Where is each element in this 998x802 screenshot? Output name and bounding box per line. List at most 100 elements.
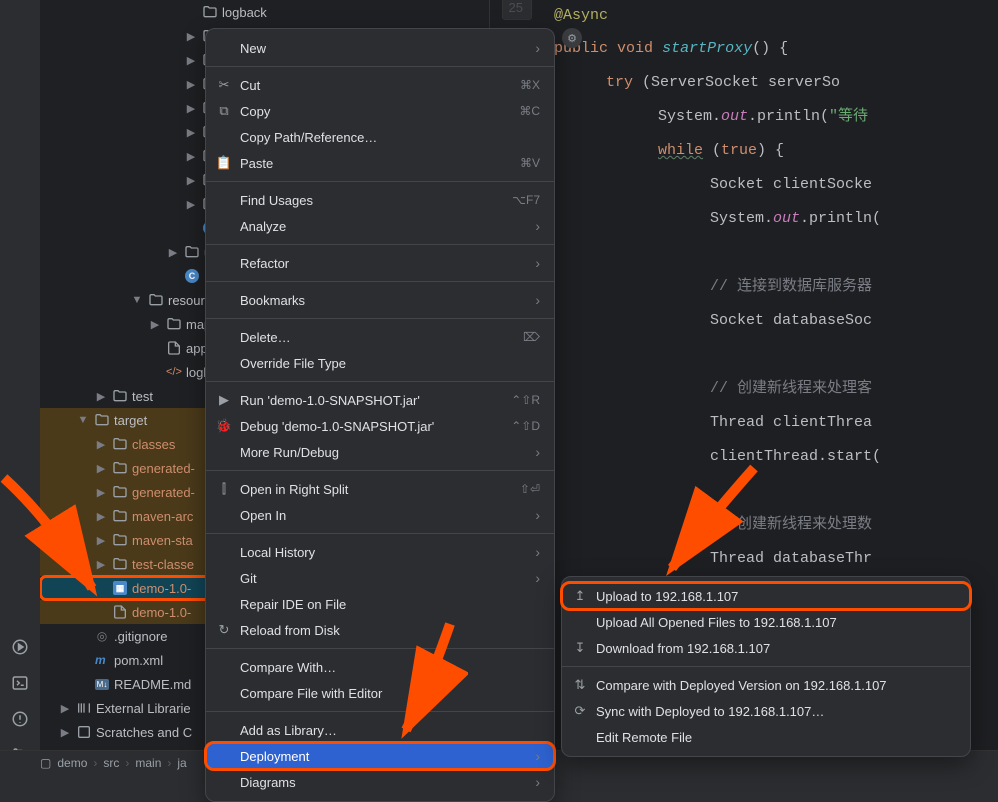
menu-item-label: Diagrams [240,775,527,790]
menu-item-label: Find Usages [240,193,504,208]
menu-item-icon [216,192,232,208]
line-number: 25 [502,0,532,20]
menu-item[interactable]: Compare With… [206,654,554,680]
menu-item[interactable]: Analyze › [206,213,554,239]
submenu-arrow-icon: › [535,748,540,764]
menu-item[interactable]: Upload All Opened Files to 192.168.1.107 [562,609,970,635]
folder-icon [184,244,200,260]
menu-item[interactable]: Find Usages ⌥F7 [206,187,554,213]
xml-icon: </> [166,364,182,380]
chevron-icon: ▶ [166,246,180,259]
folder-icon [112,556,128,572]
breadcrumb-item[interactable]: demo [57,756,87,770]
folder-icon [112,436,128,452]
code-line [510,236,998,270]
menu-item-icon [216,722,232,738]
code-line: while (true) { [510,134,998,168]
menu-item[interactable]: Open In› [206,502,554,528]
menu-item[interactable]: Copy Path/Reference… [206,124,554,150]
file-icon [166,340,182,356]
chevron-icon: ▶ [184,150,198,163]
menu-item[interactable]: ⟳Sync with Deployed to 192.168.1.107… [562,698,970,724]
tree-item-label: generated- [132,461,195,476]
submenu-arrow-icon: › [535,218,540,234]
tree-item-label: Scratches and C [96,725,192,740]
menu-item[interactable]: 📋Paste⌘V [206,150,554,176]
menu-item[interactable]: Refactor› [206,250,554,276]
annotation: @Async [510,0,998,32]
menu-item-label: Paste [240,156,512,171]
gutter-action-icon[interactable]: ⚙ [562,28,582,48]
annotation-arrow-2 [388,618,468,748]
submenu-arrow-icon: › [535,774,540,790]
menu-item[interactable]: ↧Download from 192.168.1.107 [562,635,970,661]
code-line: System.out.println("等待 [510,100,998,134]
breadcrumb-item[interactable]: main [135,756,161,770]
chevron-icon: ▼ [76,414,90,426]
problems-icon[interactable] [11,710,29,728]
menu-item[interactable]: New› [206,35,554,61]
tree-item-label: logback [222,5,267,20]
menu-item[interactable]: Deployment› [206,743,554,769]
menu-item[interactable]: ⫿Open in Right Split⇧⏎ [206,476,554,502]
menu-item[interactable]: Repair IDE on File [206,591,554,617]
breadcrumb-item[interactable]: src [103,756,119,770]
chevron-icon: ▶ [184,126,198,139]
menu-item[interactable]: ⧉Copy⌘C [206,98,554,124]
tree-item-label: target [114,413,147,428]
menu-item-label: Analyze [240,219,527,234]
menu-item-label: Bookmarks [240,293,527,308]
chevron-icon: ▶ [58,702,72,715]
menu-item[interactable]: Edit Remote File [562,724,970,750]
left-gutter [0,0,40,774]
lib-icon [76,700,92,716]
menu-item-label: Open In [240,508,527,523]
menu-item-icon: ⇅ [572,677,588,693]
menu-item[interactable]: Override File Type [206,350,554,376]
menu-item[interactable]: 🐞Debug 'demo-1.0-SNAPSHOT.jar'⌃⇧D [206,413,554,439]
menu-item[interactable]: Delete…⌦ [206,324,554,350]
menu-item[interactable]: Compare File with Editor [206,680,554,706]
menu-item[interactable]: ↥Upload to 192.168.1.107 [562,583,970,609]
context-menu[interactable]: New›✂Cut⌘X⧉Copy⌘CCopy Path/Reference…📋Pa… [205,28,555,802]
code-line: Socket clientSocke [510,168,998,202]
menu-item[interactable]: Bookmarks › [206,287,554,313]
menu-item[interactable]: Add as Library… [206,717,554,743]
breadcrumb-item[interactable]: ja [177,756,186,770]
menu-item-label: Refactor [240,256,527,271]
menu-item-label: Compare with Deployed Version on 192.168… [596,678,956,693]
chevron-icon: ▶ [148,318,162,331]
menu-item[interactable]: ▶Run 'demo-1.0-SNAPSHOT.jar'⌃⇧R [206,387,554,413]
menu-item-icon [216,507,232,523]
menu-item-label: New [240,41,527,56]
menu-item[interactable]: ✂Cut⌘X [206,72,554,98]
chevron-icon: ▼ [130,294,144,306]
submenu-arrow-icon: › [535,292,540,308]
tree-item-label: demo-1.0- [132,581,191,596]
submenu-arrow-icon: › [535,444,540,460]
run-icon[interactable] [11,638,29,656]
menu-shortcut: ⌥F7 [512,193,540,207]
folder-icon [112,460,128,476]
menu-item[interactable]: Git› [206,565,554,591]
menu-item[interactable]: Diagrams › [206,769,554,795]
chevron-icon: ▶ [184,174,198,187]
menu-item-label: Debug 'demo-1.0-SNAPSHOT.jar' [240,419,503,434]
menu-item-icon [216,659,232,675]
menu-item[interactable]: Local History› [206,539,554,565]
tree-item[interactable]: logback [40,0,489,24]
chevron-icon: ▶ [94,438,108,451]
menu-item[interactable]: More Run/Debug› [206,439,554,465]
deployment-submenu[interactable]: ↥Upload to 192.168.1.107Upload All Opene… [561,576,971,757]
menu-item-icon [216,544,232,560]
menu-item[interactable]: ↻Reload from Disk [206,617,554,643]
menu-item-icon [216,685,232,701]
tree-item-label: maven-arc [132,509,193,524]
tree-item-label: README.md [114,677,191,692]
menu-item-label: Delete… [240,330,515,345]
menu-item-label: Copy Path/Reference… [240,130,540,145]
menu-item[interactable]: ⇅ Compare with Deployed Version on 192.16… [562,672,970,698]
menu-item-icon [216,570,232,586]
menu-item-icon: ✂ [216,77,232,93]
terminal-icon[interactable] [11,674,29,692]
